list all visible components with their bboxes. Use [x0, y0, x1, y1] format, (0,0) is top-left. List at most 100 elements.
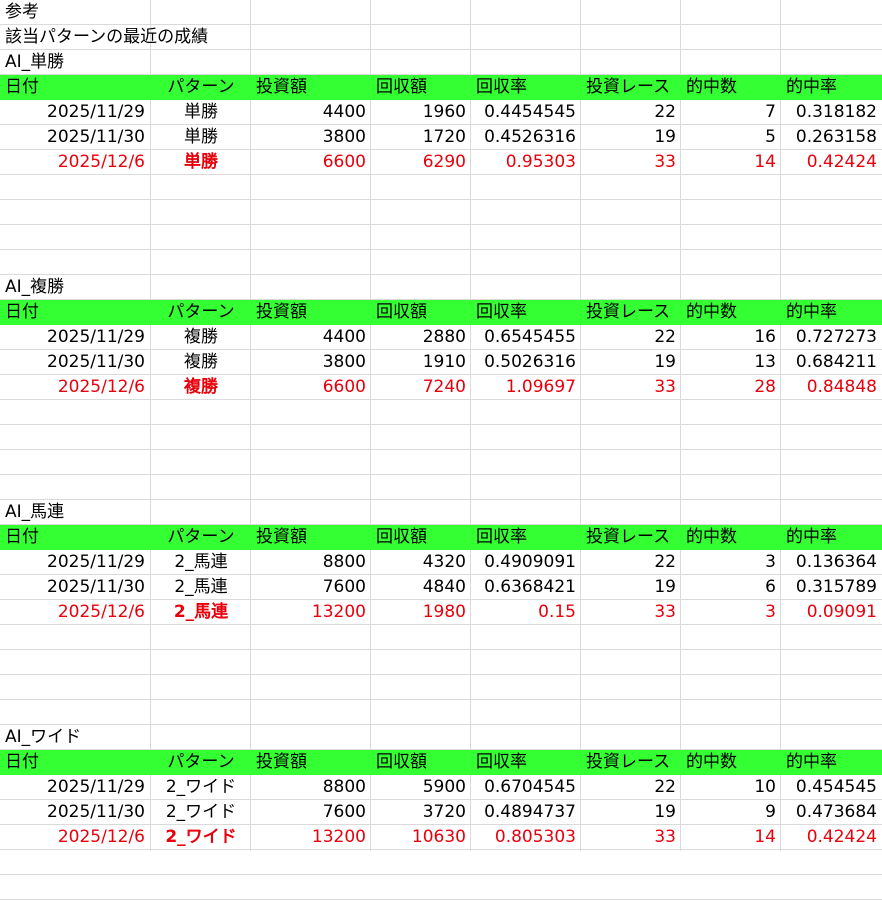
header-cell-invest[interactable]: 投資額 — [251, 300, 371, 325]
cell-races[interactable]: 33 — [581, 600, 681, 625]
header-cell-return-rate[interactable]: 回収率 — [471, 525, 581, 550]
header-cell-return-rate[interactable]: 回収率 — [471, 300, 581, 325]
section-name[interactable]: AI_単勝 — [0, 50, 64, 75]
header-cell-return[interactable]: 回収額 — [371, 75, 471, 100]
cell-hits[interactable]: 5 — [681, 125, 781, 150]
cell-return-rate[interactable]: 0.4894737 — [471, 800, 581, 825]
header-cell-return[interactable]: 回収額 — [371, 300, 471, 325]
cell-hits[interactable]: 3 — [681, 600, 781, 625]
cell-invest[interactable]: 8800 — [251, 775, 371, 800]
cell-date[interactable]: 2025/12/6 — [0, 150, 151, 175]
section-name[interactable]: AI_複勝 — [0, 275, 64, 300]
cell-return-rate[interactable]: 1.09697 — [471, 375, 581, 400]
cell-pattern[interactable]: 2_ワイド — [151, 825, 251, 850]
cell-return-rate[interactable]: 0.6545455 — [471, 325, 581, 350]
section-name[interactable]: AI_馬連 — [0, 500, 64, 525]
cell-return[interactable]: 10630 — [371, 825, 471, 850]
cell-hits[interactable]: 14 — [681, 825, 781, 850]
header-cell-hit-rate[interactable]: 的中率 — [781, 525, 882, 550]
cell-invest[interactable]: 6600 — [251, 150, 371, 175]
cell-return[interactable]: 6290 — [371, 150, 471, 175]
cell-pattern[interactable]: 複勝 — [151, 325, 251, 350]
cell-races[interactable]: 22 — [581, 550, 681, 575]
cell-return-rate[interactable]: 0.15 — [471, 600, 581, 625]
cell-date[interactable]: 2025/12/6 — [0, 600, 151, 625]
cell-races[interactable]: 19 — [581, 800, 681, 825]
cell-pattern[interactable]: 2_ワイド — [151, 800, 251, 825]
cell-hits[interactable]: 14 — [681, 150, 781, 175]
cell-hit-rate[interactable]: 0.318182 — [781, 100, 882, 125]
cell-pattern[interactable]: 単勝 — [151, 150, 251, 175]
cell-hits[interactable]: 6 — [681, 575, 781, 600]
cell-races[interactable]: 19 — [581, 575, 681, 600]
cell-date[interactable]: 2025/11/30 — [0, 350, 151, 375]
cell-invest[interactable]: 7600 — [251, 575, 371, 600]
cell-races[interactable]: 22 — [581, 325, 681, 350]
cell-hit-rate[interactable]: 0.136364 — [781, 550, 882, 575]
cell-invest[interactable]: 4400 — [251, 325, 371, 350]
cell-return-rate[interactable]: 0.95303 — [471, 150, 581, 175]
cell-return[interactable]: 3720 — [371, 800, 471, 825]
cell-pattern[interactable]: 複勝 — [151, 375, 251, 400]
cell-date[interactable]: 2025/12/6 — [0, 375, 151, 400]
header-cell-hits[interactable]: 的中数 — [681, 75, 781, 100]
cell-hit-rate[interactable]: 0.42424 — [781, 825, 882, 850]
cell-return[interactable]: 4840 — [371, 575, 471, 600]
header-cell-pattern[interactable]: パターン — [151, 75, 251, 100]
cell-hits[interactable]: 3 — [681, 550, 781, 575]
cell-hit-rate[interactable]: 0.454545 — [781, 775, 882, 800]
header-cell-pattern[interactable]: パターン — [151, 300, 251, 325]
header-cell-date[interactable]: 日付 — [0, 750, 151, 775]
header-cell-date[interactable]: 日付 — [0, 300, 151, 325]
cell-return[interactable]: 5900 — [371, 775, 471, 800]
cell-return-rate[interactable]: 0.805303 — [471, 825, 581, 850]
cell-hits[interactable]: 7 — [681, 100, 781, 125]
cell-pattern[interactable]: 2_馬連 — [151, 550, 251, 575]
cell-pattern[interactable]: 2_馬連 — [151, 600, 251, 625]
cell-invest[interactable]: 8800 — [251, 550, 371, 575]
cell-return[interactable]: 7240 — [371, 375, 471, 400]
cell-return[interactable]: 1960 — [371, 100, 471, 125]
cell-invest[interactable]: 7600 — [251, 800, 371, 825]
cell-pattern[interactable]: 2_馬連 — [151, 575, 251, 600]
cell-hits[interactable]: 16 — [681, 325, 781, 350]
cell-invest[interactable]: 6600 — [251, 375, 371, 400]
cell-hit-rate[interactable]: 0.315789 — [781, 575, 882, 600]
cell-date[interactable]: 2025/11/29 — [0, 100, 151, 125]
cell-date[interactable]: 2025/11/30 — [0, 800, 151, 825]
cell-date[interactable]: 2025/11/29 — [0, 325, 151, 350]
header-cell-date[interactable]: 日付 — [0, 525, 151, 550]
header-cell-hit-rate[interactable]: 的中率 — [781, 750, 882, 775]
cell-return-rate[interactable]: 0.4909091 — [471, 550, 581, 575]
sheet-title[interactable]: 参考 — [0, 0, 39, 25]
cell-races[interactable]: 22 — [581, 775, 681, 800]
cell-pattern[interactable]: 2_ワイド — [151, 775, 251, 800]
cell-invest[interactable]: 3800 — [251, 125, 371, 150]
cell-invest[interactable]: 3800 — [251, 350, 371, 375]
cell-return-rate[interactable]: 0.6704545 — [471, 775, 581, 800]
cell-races[interactable]: 19 — [581, 350, 681, 375]
cell-hit-rate[interactable]: 0.684211 — [781, 350, 882, 375]
section-name[interactable]: AI_ワイド — [0, 725, 81, 750]
header-cell-pattern[interactable]: パターン — [151, 750, 251, 775]
cell-invest[interactable]: 4400 — [251, 100, 371, 125]
header-cell-pattern[interactable]: パターン — [151, 525, 251, 550]
cell-return[interactable]: 1720 — [371, 125, 471, 150]
header-cell-races[interactable]: 投資レース — [581, 525, 681, 550]
header-cell-invest[interactable]: 投資額 — [251, 750, 371, 775]
cell-return[interactable]: 4320 — [371, 550, 471, 575]
cell-pattern[interactable]: 単勝 — [151, 100, 251, 125]
cell-pattern[interactable]: 複勝 — [151, 350, 251, 375]
cell-invest[interactable]: 13200 — [251, 825, 371, 850]
header-cell-invest[interactable]: 投資額 — [251, 525, 371, 550]
header-cell-hits[interactable]: 的中数 — [681, 525, 781, 550]
cell-hit-rate[interactable]: 0.263158 — [781, 125, 882, 150]
cell-date[interactable]: 2025/11/29 — [0, 550, 151, 575]
cell-races[interactable]: 33 — [581, 375, 681, 400]
header-cell-invest[interactable]: 投資額 — [251, 75, 371, 100]
cell-return-rate[interactable]: 0.5026316 — [471, 350, 581, 375]
header-cell-return[interactable]: 回収額 — [371, 525, 471, 550]
cell-races[interactable]: 33 — [581, 150, 681, 175]
cell-races[interactable]: 33 — [581, 825, 681, 850]
header-cell-date[interactable]: 日付 — [0, 75, 151, 100]
